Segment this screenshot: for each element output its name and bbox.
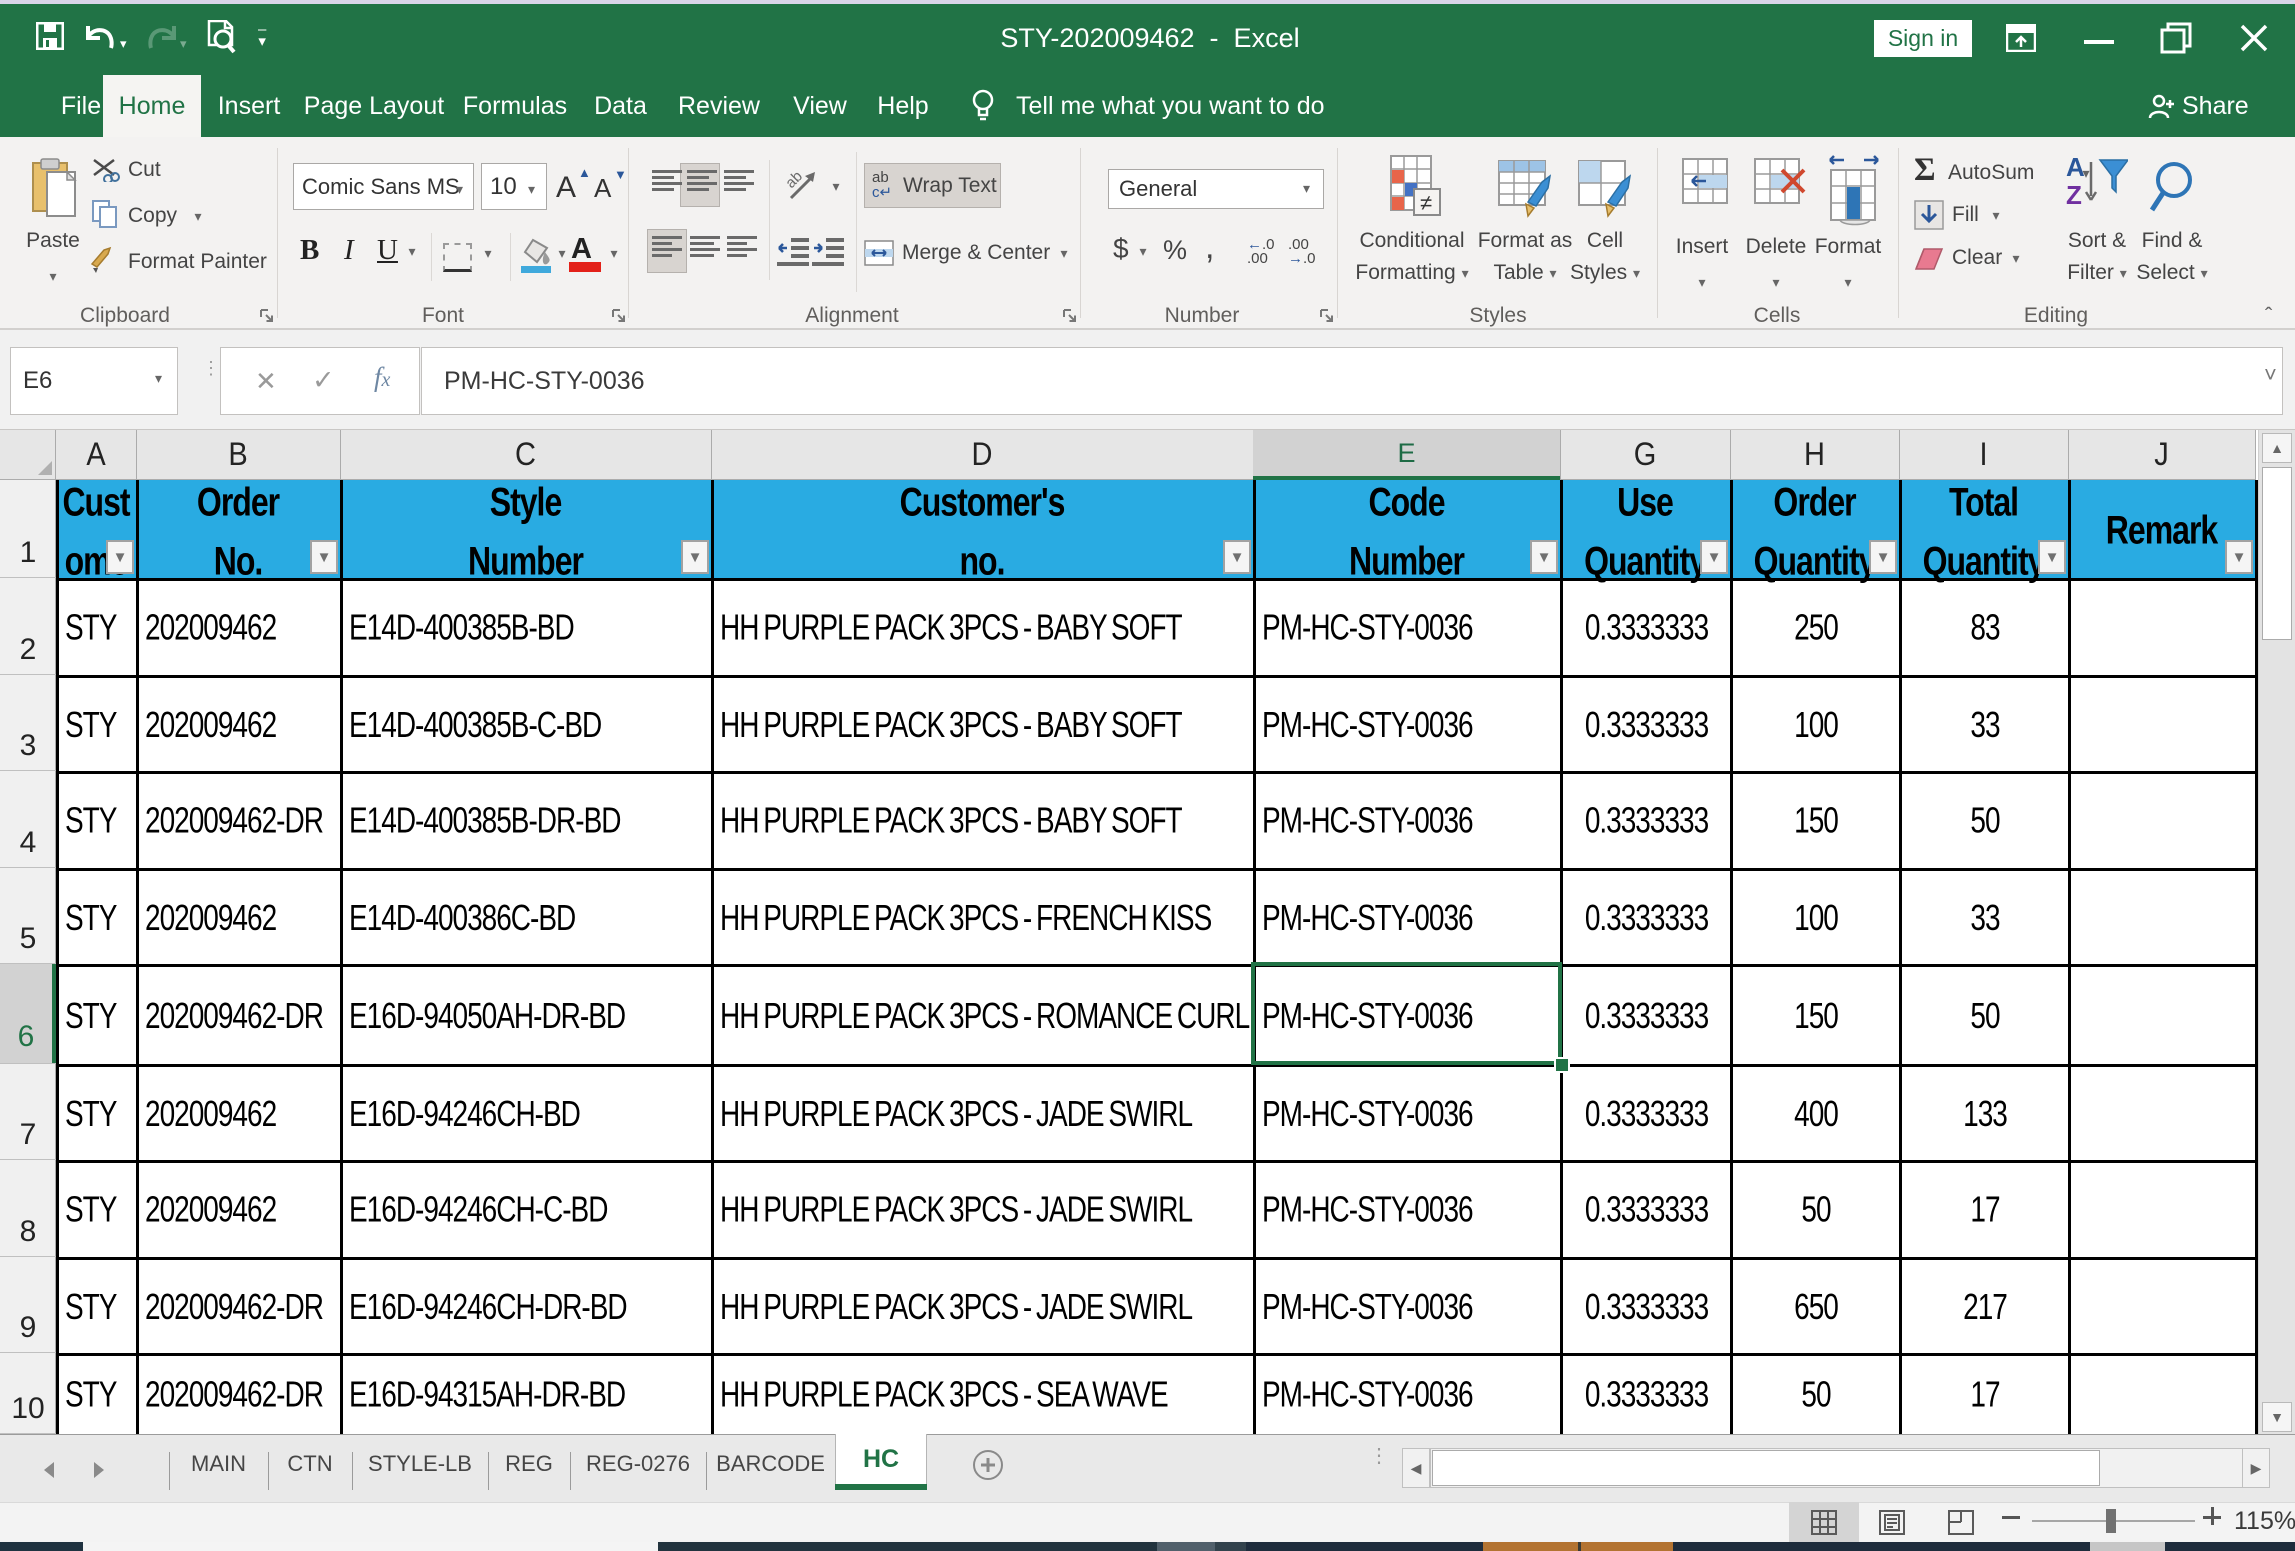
svg-text:Z: Z: [2066, 180, 2082, 210]
svg-text:A: A: [2066, 152, 2085, 182]
svg-text:ab: ab: [787, 168, 806, 192]
svg-text:≠: ≠: [1420, 190, 1432, 215]
